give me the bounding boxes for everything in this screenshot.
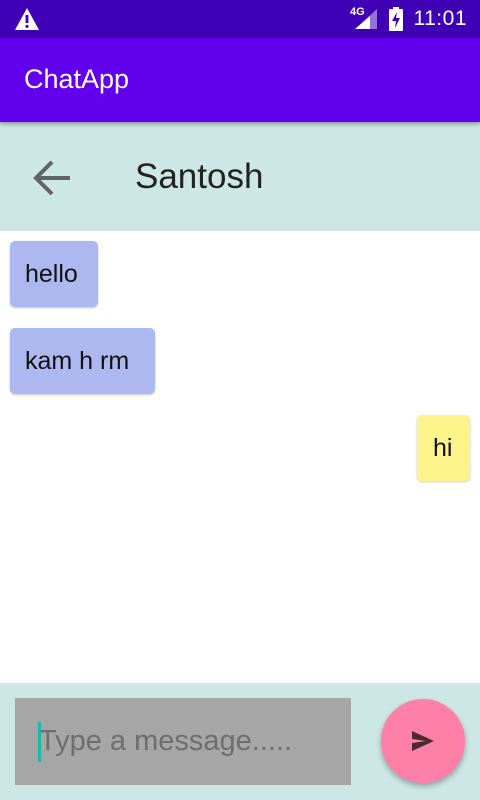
- warning-icon: [15, 8, 39, 30]
- message-list[interactable]: hello kam h rm hi: [0, 231, 480, 683]
- text-cursor: [38, 722, 41, 762]
- message-composer: [0, 683, 480, 800]
- send-icon: [412, 731, 434, 751]
- battery-charging-icon: [389, 7, 403, 31]
- arrow-back-icon[interactable]: [30, 158, 74, 198]
- status-time: 11:01: [413, 7, 467, 30]
- app-title: ChatApp: [24, 64, 130, 94]
- chat-header: Santosh: [0, 122, 480, 231]
- contact-name: Santosh: [135, 157, 264, 196]
- incoming-message-bubble[interactable]: kam h rm: [10, 328, 155, 394]
- message-text: hello: [25, 259, 78, 288]
- app-bar: ChatApp: [0, 38, 480, 122]
- message-text: hi: [433, 433, 453, 462]
- incoming-message-bubble[interactable]: hello: [10, 241, 98, 307]
- outgoing-message-bubble[interactable]: hi: [417, 415, 470, 481]
- signal-icon: [355, 9, 377, 29]
- message-text: kam h rm: [25, 346, 130, 375]
- message-input[interactable]: [39, 718, 339, 764]
- send-button[interactable]: [381, 699, 465, 783]
- message-input-container[interactable]: [15, 698, 351, 785]
- status-bar: 4G 11:01: [0, 0, 480, 38]
